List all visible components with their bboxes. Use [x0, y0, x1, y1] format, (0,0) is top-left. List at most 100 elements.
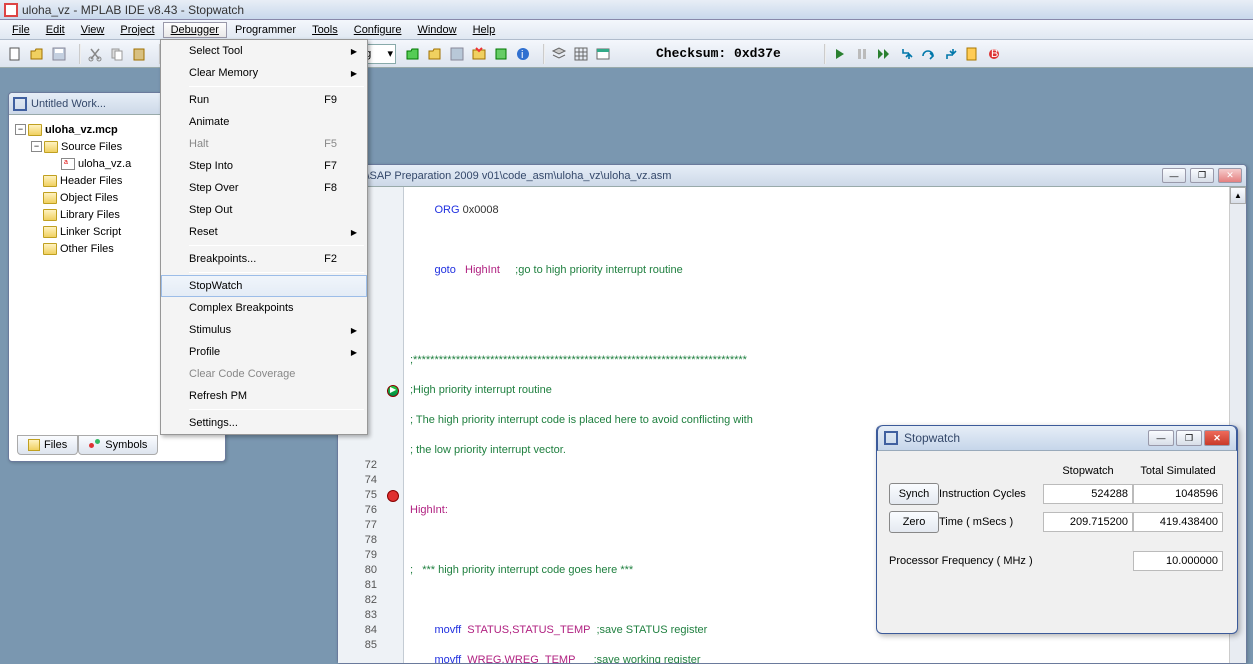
- step-over-icon[interactable]: [918, 44, 938, 64]
- tree-toggle-icon[interactable]: −: [31, 141, 42, 152]
- cut-icon[interactable]: [85, 44, 105, 64]
- svg-text:B: B: [991, 48, 998, 60]
- tab-symbols[interactable]: Symbols: [78, 435, 158, 455]
- submenu-arrow-icon: ▶: [351, 228, 357, 237]
- breakpoint-icon[interactable]: [387, 490, 399, 502]
- paste-icon[interactable]: [129, 44, 149, 64]
- menu-edit[interactable]: Edit: [38, 22, 73, 38]
- menu-stopwatch[interactable]: StopWatch: [161, 275, 367, 297]
- minimize-icon[interactable]: —: [1148, 430, 1174, 446]
- save-icon[interactable]: [49, 44, 69, 64]
- menu-reset[interactable]: Reset▶: [161, 221, 367, 243]
- stopwatch-icon: [884, 431, 898, 445]
- maximize-icon[interactable]: ❐: [1190, 168, 1214, 183]
- menu-debugger[interactable]: Debugger: [163, 22, 227, 38]
- reset-icon[interactable]: [962, 44, 982, 64]
- menu-breakpoints[interactable]: Breakpoints...F2: [161, 248, 367, 270]
- stopwatch-window: Stopwatch — ❐ ✕ Stopwatch Total Simulate…: [876, 425, 1238, 634]
- menu-window[interactable]: Window: [409, 22, 464, 38]
- editor-titlebar[interactable]: \PhD\SAP Preparation 2009 v01\code_asm\u…: [338, 165, 1246, 187]
- menu-complex-breakpoints[interactable]: Complex Breakpoints: [161, 297, 367, 319]
- menu-clear-code-coverage: Clear Code Coverage: [161, 363, 367, 385]
- folder-icon: [43, 243, 57, 255]
- build-make-icon[interactable]: [491, 44, 511, 64]
- menu-settings[interactable]: Settings...: [161, 412, 367, 434]
- info-icon[interactable]: i: [513, 44, 533, 64]
- submenu-arrow-icon: ▶: [351, 326, 357, 335]
- menu-project[interactable]: Project: [112, 22, 162, 38]
- submenu-arrow-icon: ▶: [351, 348, 357, 357]
- menu-animate[interactable]: Animate: [161, 111, 367, 133]
- stopwatch-titlebar[interactable]: Stopwatch — ❐ ✕: [877, 425, 1237, 451]
- stopwatch-title: Stopwatch: [904, 431, 1148, 445]
- menu-help[interactable]: Help: [465, 22, 504, 38]
- open-icon[interactable]: [27, 44, 47, 64]
- svg-text:i: i: [521, 49, 523, 61]
- menu-programmer[interactable]: Programmer: [227, 22, 304, 38]
- folder-icon: [43, 175, 57, 187]
- current-line-icon[interactable]: [387, 385, 399, 397]
- grid-icon[interactable]: [571, 44, 591, 64]
- menu-refresh-pm[interactable]: Refresh PM: [161, 385, 367, 407]
- checksum-label: Checksum: 0xd37e: [644, 46, 821, 61]
- submenu-arrow-icon: ▶: [351, 47, 357, 56]
- step-out-icon[interactable]: [940, 44, 960, 64]
- menu-configure[interactable]: Configure: [346, 22, 410, 38]
- synch-button[interactable]: Synch: [889, 483, 939, 505]
- minimize-icon[interactable]: —: [1162, 168, 1186, 183]
- debugger-dropdown: Select Tool▶ Clear Memory▶ RunF9 Animate…: [160, 39, 368, 435]
- animate-icon[interactable]: [874, 44, 894, 64]
- freq-value[interactable]: 10.000000: [1133, 551, 1223, 571]
- menu-step-over[interactable]: Step OverF8: [161, 177, 367, 199]
- folder-icon: [28, 124, 42, 136]
- row-time-label: Time ( mSecs ): [939, 516, 1043, 528]
- menu-clear-memory[interactable]: Clear Memory▶: [161, 62, 367, 84]
- tab-files[interactable]: Files: [17, 435, 78, 455]
- symbols-icon: [89, 439, 101, 451]
- title-bar: uloha_vz - MPLAB IDE v8.43 - Stopwatch: [0, 0, 1253, 20]
- submenu-arrow-icon: ▶: [351, 69, 357, 78]
- build-open-icon[interactable]: [403, 44, 423, 64]
- step-into-icon[interactable]: [896, 44, 916, 64]
- time-stopwatch: 209.715200: [1043, 512, 1133, 532]
- menu-tools[interactable]: Tools: [304, 22, 346, 38]
- panel-icon: [13, 97, 27, 111]
- row-cycles-label: Instruction Cycles: [939, 488, 1043, 500]
- new-icon[interactable]: [5, 44, 25, 64]
- tree-toggle-icon[interactable]: −: [15, 124, 26, 135]
- files-icon: [28, 439, 40, 451]
- copy-icon[interactable]: [107, 44, 127, 64]
- menu-step-into[interactable]: Step IntoF7: [161, 155, 367, 177]
- window-title: uloha_vz - MPLAB IDE v8.43 - Stopwatch: [22, 3, 244, 17]
- menu-step-out[interactable]: Step Out: [161, 199, 367, 221]
- stack-icon[interactable]: [549, 44, 569, 64]
- asm-file-icon: [61, 158, 75, 170]
- workspace-title: Untitled Work...: [31, 98, 166, 110]
- folder-icon: [43, 226, 57, 238]
- menu-view[interactable]: View: [73, 22, 113, 38]
- menu-halt: HaltF5: [161, 133, 367, 155]
- menu-profile[interactable]: Profile▶: [161, 341, 367, 363]
- build-open2-icon[interactable]: [425, 44, 445, 64]
- build-save-icon[interactable]: [447, 44, 467, 64]
- menu-file[interactable]: File: [4, 22, 38, 38]
- zero-button[interactable]: Zero: [889, 511, 939, 533]
- cycles-stopwatch: 524288: [1043, 484, 1133, 504]
- breakpoints-icon[interactable]: B: [984, 44, 1004, 64]
- close-icon[interactable]: ✕: [1204, 430, 1230, 446]
- chevron-down-icon: ▾: [387, 47, 393, 60]
- maximize-icon[interactable]: ❐: [1176, 430, 1202, 446]
- build-all-icon[interactable]: [469, 44, 489, 64]
- col-stopwatch: Stopwatch: [1043, 465, 1133, 477]
- close-icon[interactable]: ✕: [1218, 168, 1242, 183]
- row-freq-label: Processor Frequency ( MHz ): [889, 555, 1043, 567]
- app-icon: [4, 3, 18, 17]
- menu-select-tool[interactable]: Select Tool▶: [161, 40, 367, 62]
- window-icon[interactable]: [593, 44, 613, 64]
- run-icon[interactable]: [830, 44, 850, 64]
- cycles-total: 1048596: [1133, 484, 1223, 504]
- pause-icon[interactable]: [852, 44, 872, 64]
- menu-run[interactable]: RunF9: [161, 89, 367, 111]
- menu-stimulus[interactable]: Stimulus▶: [161, 319, 367, 341]
- scroll-up-icon[interactable]: ▲: [1230, 187, 1246, 204]
